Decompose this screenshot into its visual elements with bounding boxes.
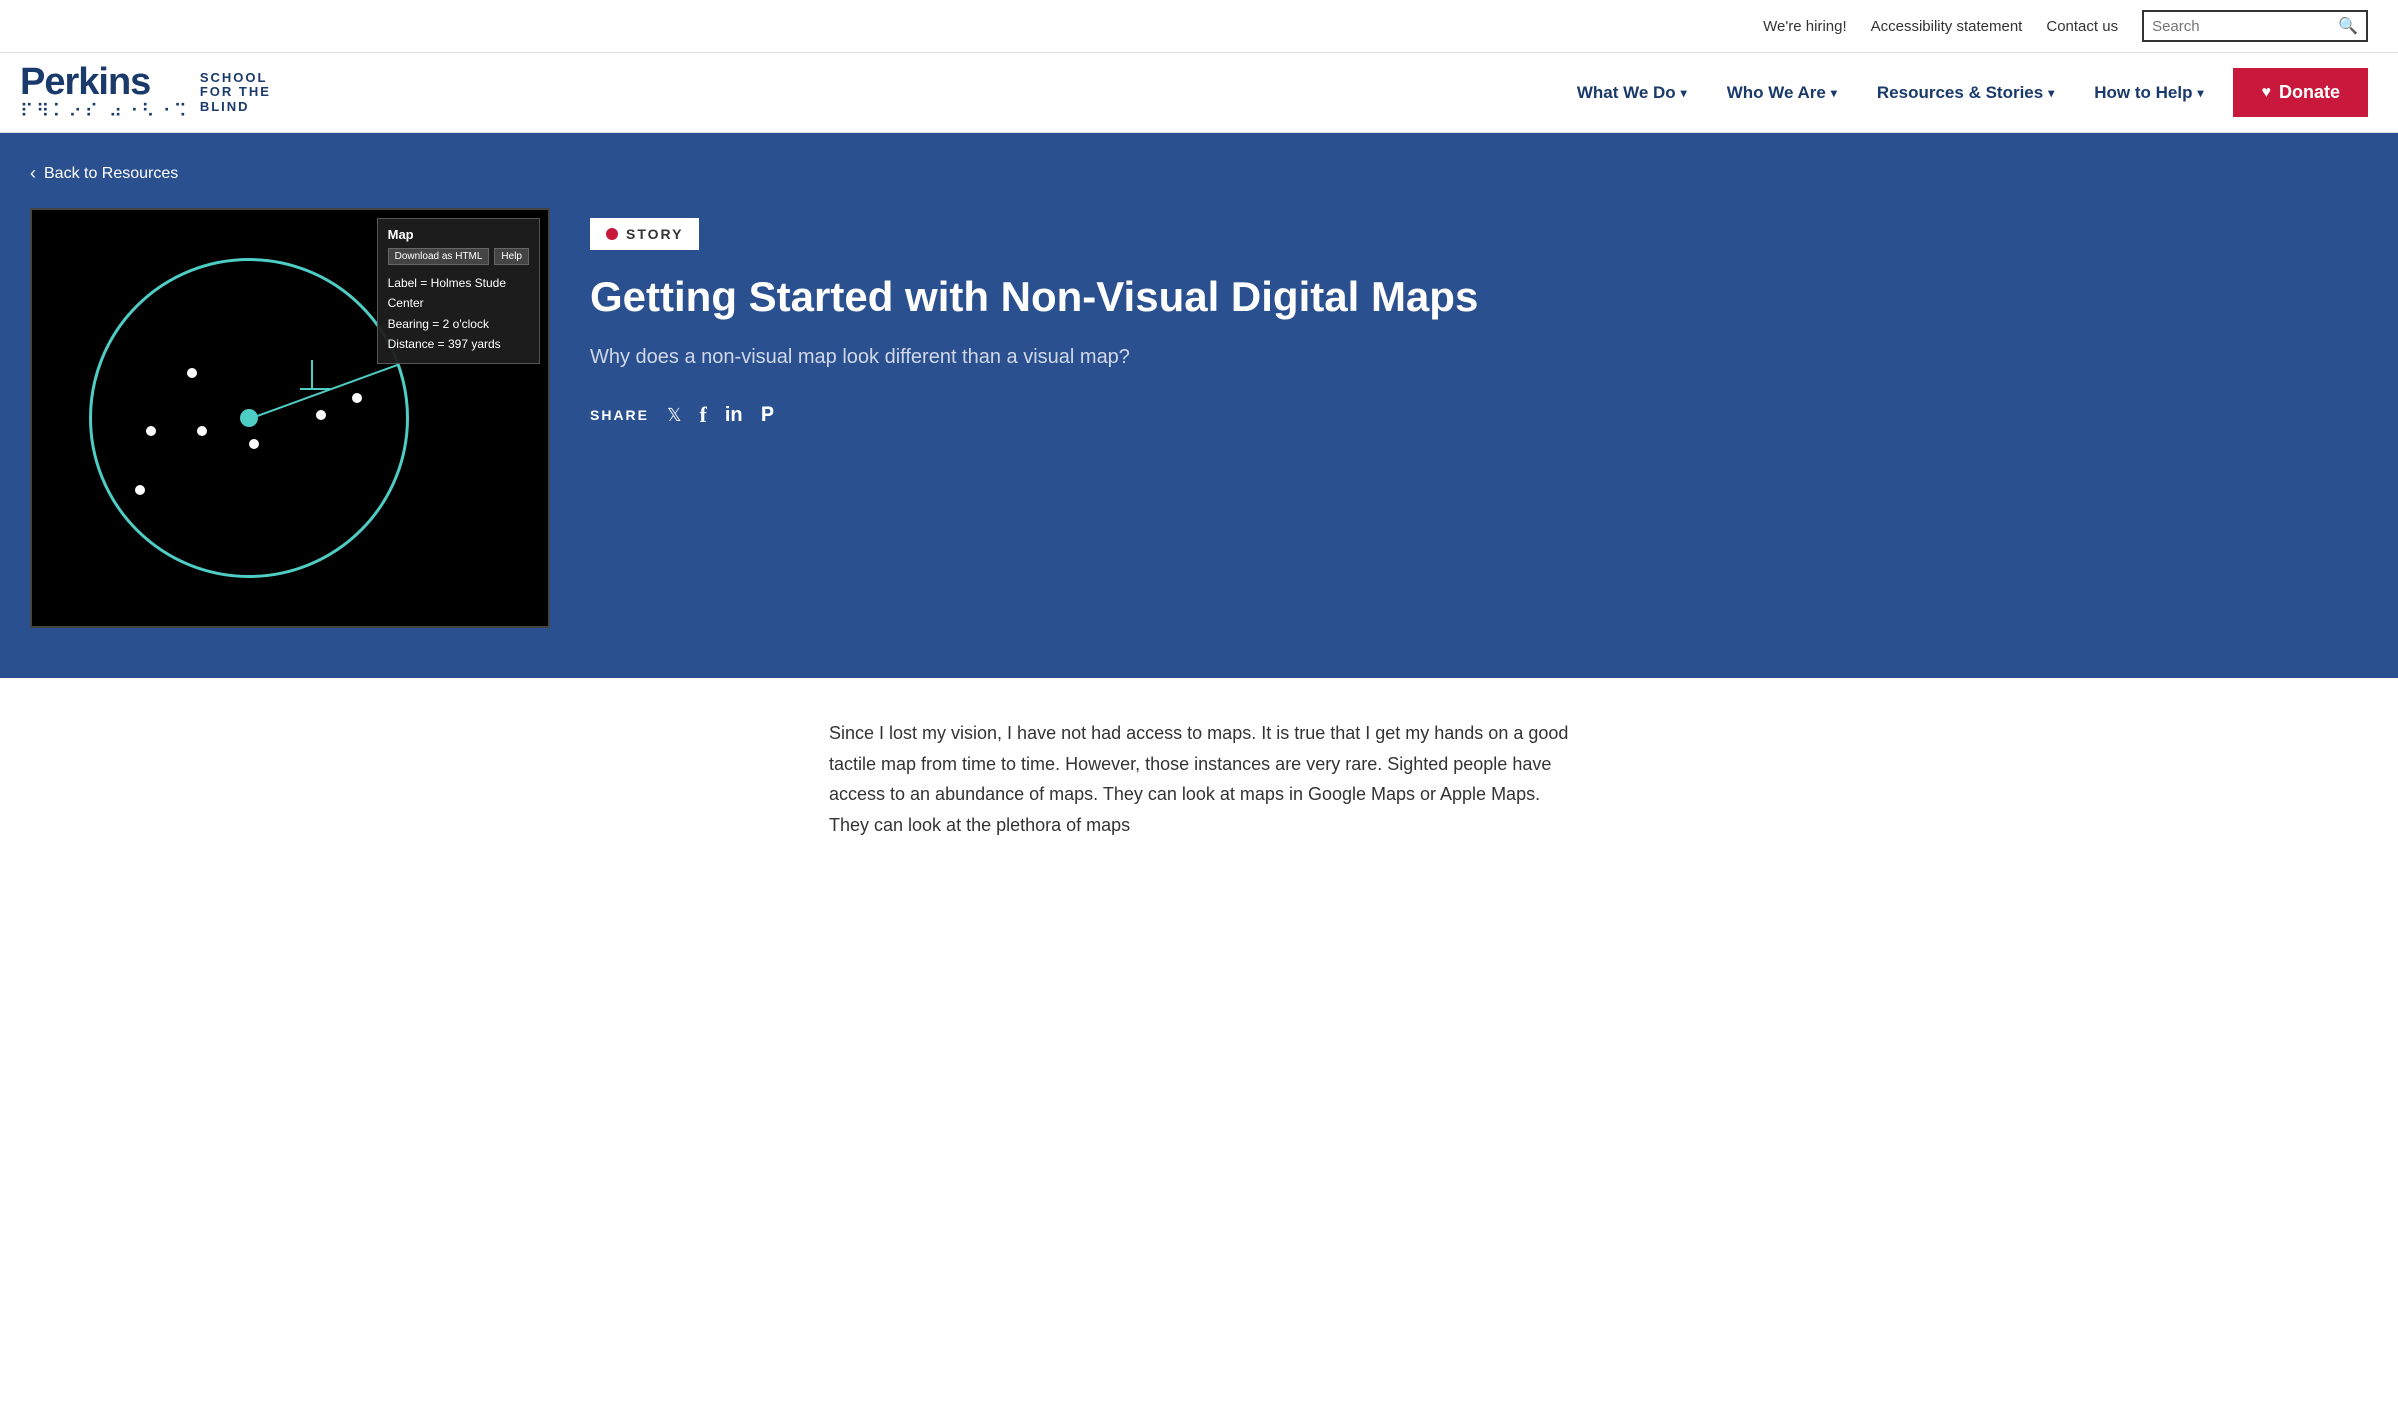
hiring-link[interactable]: We're hiring! xyxy=(1763,18,1846,35)
crosshair-vertical xyxy=(311,360,313,390)
story-badge: STORY xyxy=(590,218,699,250)
nav-item-what-we-do[interactable]: What We Do ▾ xyxy=(1557,73,1707,113)
utility-bar: We're hiring! Accessibility statement Co… xyxy=(0,0,2398,53)
map-dot xyxy=(352,393,362,403)
share-label: SHARE xyxy=(590,407,649,423)
map-dot xyxy=(316,410,326,420)
nav-item-how-to-help[interactable]: How to Help ▾ xyxy=(2074,73,2223,113)
map-dot xyxy=(135,485,145,495)
article-subtitle: Why does a non-visual map look different… xyxy=(590,342,2368,372)
logo-braille: ⠏⠻⠅⠔⠎ ⠴⠐⠣⠐⠩ xyxy=(20,101,190,122)
chevron-down-icon: ▾ xyxy=(1681,86,1687,100)
share-facebook-button[interactable]: f xyxy=(700,402,707,428)
map-center-dot xyxy=(240,409,258,427)
search-box: 🔍 xyxy=(2142,10,2368,42)
chevron-down-icon: ▾ xyxy=(1831,86,1837,100)
logo-subtitle: SCHOOL FOR THE BLIND xyxy=(200,71,271,114)
hero-text: STORY Getting Started with Non-Visual Di… xyxy=(590,208,2368,428)
hero-content: Map Download as HTML Help Label = Holmes… xyxy=(30,208,2368,628)
back-arrow-icon: ‹ xyxy=(30,163,36,184)
map-canvas: Map Download as HTML Help Label = Holmes… xyxy=(32,210,548,626)
nav-area: What We Do ▾ Who We Are ▾ Resources & St… xyxy=(1557,68,2368,117)
nav-item-resources-stories[interactable]: Resources & Stories ▾ xyxy=(1857,73,2074,113)
share-twitter-button[interactable]: 𝕏 xyxy=(667,405,682,426)
donate-button[interactable]: ♥ Donate xyxy=(2233,68,2368,117)
map-dot xyxy=(146,426,156,436)
logo-perkins: Perkins xyxy=(20,63,190,101)
heart-icon: ♥ xyxy=(2261,84,2271,102)
map-info-text: Label = Holmes Stude Center Bearing = 2 … xyxy=(388,273,529,355)
article-body: Since I lost my vision, I have not had a… xyxy=(799,718,1599,840)
map-info-title: Map xyxy=(388,227,529,242)
map-dot xyxy=(249,439,259,449)
search-input[interactable] xyxy=(2152,18,2332,35)
hero-image: Map Download as HTML Help Label = Holmes… xyxy=(30,208,550,628)
download-html-button[interactable]: Download as HTML xyxy=(388,248,490,265)
red-dot-icon xyxy=(606,228,618,240)
header: Perkins ⠏⠻⠅⠔⠎ ⠴⠐⠣⠐⠩ SCHOOL FOR THE BLIND… xyxy=(0,53,2398,133)
search-button[interactable]: 🔍 xyxy=(2338,16,2358,36)
logo-area: Perkins ⠏⠻⠅⠔⠎ ⠴⠐⠣⠐⠩ SCHOOL FOR THE BLIND xyxy=(20,63,271,122)
share-pinterest-button[interactable]: 𝐏 xyxy=(761,404,775,427)
share-area: SHARE 𝕏 f in 𝐏 xyxy=(590,402,2368,428)
map-info-box: Map Download as HTML Help Label = Holmes… xyxy=(377,218,540,364)
contact-link[interactable]: Contact us xyxy=(2046,18,2118,35)
help-button[interactable]: Help xyxy=(494,248,529,265)
logo[interactable]: Perkins ⠏⠻⠅⠔⠎ ⠴⠐⠣⠐⠩ SCHOOL FOR THE BLIND xyxy=(20,63,271,122)
chevron-down-icon: ▾ xyxy=(2197,86,2203,100)
chevron-down-icon: ▾ xyxy=(2048,86,2054,100)
share-linkedin-button[interactable]: in xyxy=(725,404,743,427)
map-info-buttons: Download as HTML Help xyxy=(388,248,529,265)
nav-item-who-we-are[interactable]: Who We Are ▾ xyxy=(1707,73,1857,113)
back-to-resources-link[interactable]: ‹ Back to Resources xyxy=(30,163,2368,184)
accessibility-link[interactable]: Accessibility statement xyxy=(1871,18,2023,35)
hero-banner: ‹ Back to Resources xyxy=(0,133,2398,678)
article-text: Since I lost my vision, I have not had a… xyxy=(829,718,1569,840)
article-title: Getting Started with Non-Visual Digital … xyxy=(590,272,2368,322)
map-dot xyxy=(187,368,197,378)
